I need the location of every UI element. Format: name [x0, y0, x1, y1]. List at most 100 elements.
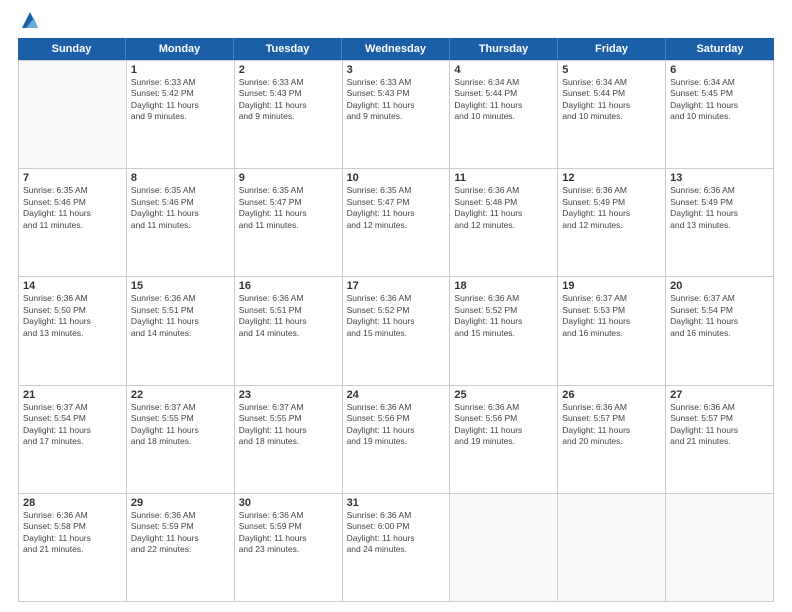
day-number: 1 — [131, 64, 230, 76]
day-number: 15 — [131, 280, 230, 292]
day-number: 3 — [347, 64, 446, 76]
calendar-day-cell: 29Sunrise: 6:36 AMSunset: 5:59 PMDayligh… — [127, 494, 235, 601]
calendar-week-row: 28Sunrise: 6:36 AMSunset: 5:58 PMDayligh… — [19, 494, 774, 602]
day-info: Sunrise: 6:36 AMSunset: 5:50 PMDaylight:… — [23, 293, 122, 339]
calendar-day-cell: 22Sunrise: 6:37 AMSunset: 5:55 PMDayligh… — [127, 386, 235, 493]
calendar-day-cell: 9Sunrise: 6:35 AMSunset: 5:47 PMDaylight… — [235, 169, 343, 276]
day-number: 21 — [23, 389, 122, 401]
day-number: 11 — [454, 172, 553, 184]
day-number: 31 — [347, 497, 446, 509]
day-info: Sunrise: 6:36 AMSunset: 5:52 PMDaylight:… — [454, 293, 553, 339]
calendar-week-row: 21Sunrise: 6:37 AMSunset: 5:54 PMDayligh… — [19, 386, 774, 494]
calendar-day-cell: 31Sunrise: 6:36 AMSunset: 6:00 PMDayligh… — [343, 494, 451, 601]
calendar-day-cell: 10Sunrise: 6:35 AMSunset: 5:47 PMDayligh… — [343, 169, 451, 276]
day-info: Sunrise: 6:36 AMSunset: 5:49 PMDaylight:… — [670, 185, 769, 231]
day-number: 30 — [239, 497, 338, 509]
day-number: 22 — [131, 389, 230, 401]
calendar-day-cell: 20Sunrise: 6:37 AMSunset: 5:54 PMDayligh… — [666, 277, 774, 384]
weekday-header: Saturday — [666, 38, 774, 60]
calendar-day-cell: 1Sunrise: 6:33 AMSunset: 5:42 PMDaylight… — [127, 61, 235, 168]
calendar-day-cell — [19, 61, 127, 168]
calendar-day-cell: 23Sunrise: 6:37 AMSunset: 5:55 PMDayligh… — [235, 386, 343, 493]
logo — [18, 18, 40, 30]
day-info: Sunrise: 6:35 AMSunset: 5:46 PMDaylight:… — [23, 185, 122, 231]
calendar-week-row: 14Sunrise: 6:36 AMSunset: 5:50 PMDayligh… — [19, 277, 774, 385]
day-number: 14 — [23, 280, 122, 292]
day-number: 16 — [239, 280, 338, 292]
calendar-day-cell: 19Sunrise: 6:37 AMSunset: 5:53 PMDayligh… — [558, 277, 666, 384]
calendar-day-cell: 25Sunrise: 6:36 AMSunset: 5:56 PMDayligh… — [450, 386, 558, 493]
day-info: Sunrise: 6:37 AMSunset: 5:55 PMDaylight:… — [239, 402, 338, 448]
day-number: 23 — [239, 389, 338, 401]
calendar-day-cell: 7Sunrise: 6:35 AMSunset: 5:46 PMDaylight… — [19, 169, 127, 276]
day-info: Sunrise: 6:36 AMSunset: 5:51 PMDaylight:… — [239, 293, 338, 339]
day-number: 19 — [562, 280, 661, 292]
day-info: Sunrise: 6:36 AMSunset: 5:56 PMDaylight:… — [454, 402, 553, 448]
day-number: 13 — [670, 172, 769, 184]
day-number: 10 — [347, 172, 446, 184]
weekday-header: Wednesday — [342, 38, 450, 60]
calendar-header: SundayMondayTuesdayWednesdayThursdayFrid… — [18, 38, 774, 60]
day-info: Sunrise: 6:36 AMSunset: 5:56 PMDaylight:… — [347, 402, 446, 448]
day-info: Sunrise: 6:33 AMSunset: 5:42 PMDaylight:… — [131, 77, 230, 123]
day-number: 4 — [454, 64, 553, 76]
calendar: SundayMondayTuesdayWednesdayThursdayFrid… — [18, 38, 774, 602]
calendar-day-cell: 5Sunrise: 6:34 AMSunset: 5:44 PMDaylight… — [558, 61, 666, 168]
calendar-day-cell: 8Sunrise: 6:35 AMSunset: 5:46 PMDaylight… — [127, 169, 235, 276]
day-info: Sunrise: 6:36 AMSunset: 5:57 PMDaylight:… — [562, 402, 661, 448]
calendar-day-cell: 15Sunrise: 6:36 AMSunset: 5:51 PMDayligh… — [127, 277, 235, 384]
day-info: Sunrise: 6:36 AMSunset: 5:58 PMDaylight:… — [23, 510, 122, 556]
calendar-day-cell: 4Sunrise: 6:34 AMSunset: 5:44 PMDaylight… — [450, 61, 558, 168]
day-info: Sunrise: 6:35 AMSunset: 5:47 PMDaylight:… — [347, 185, 446, 231]
calendar-day-cell: 14Sunrise: 6:36 AMSunset: 5:50 PMDayligh… — [19, 277, 127, 384]
day-number: 6 — [670, 64, 769, 76]
calendar-day-cell: 12Sunrise: 6:36 AMSunset: 5:49 PMDayligh… — [558, 169, 666, 276]
day-number: 29 — [131, 497, 230, 509]
day-info: Sunrise: 6:36 AMSunset: 5:57 PMDaylight:… — [670, 402, 769, 448]
day-number: 26 — [562, 389, 661, 401]
calendar-day-cell: 26Sunrise: 6:36 AMSunset: 5:57 PMDayligh… — [558, 386, 666, 493]
calendar-day-cell: 24Sunrise: 6:36 AMSunset: 5:56 PMDayligh… — [343, 386, 451, 493]
day-info: Sunrise: 6:33 AMSunset: 5:43 PMDaylight:… — [347, 77, 446, 123]
day-number: 20 — [670, 280, 769, 292]
calendar-day-cell: 13Sunrise: 6:36 AMSunset: 5:49 PMDayligh… — [666, 169, 774, 276]
calendar-day-cell — [558, 494, 666, 601]
day-info: Sunrise: 6:36 AMSunset: 5:49 PMDaylight:… — [562, 185, 661, 231]
weekday-header: Tuesday — [234, 38, 342, 60]
calendar-day-cell — [666, 494, 774, 601]
day-number: 9 — [239, 172, 338, 184]
logo-icon — [20, 10, 40, 30]
calendar-day-cell — [450, 494, 558, 601]
day-info: Sunrise: 6:37 AMSunset: 5:54 PMDaylight:… — [670, 293, 769, 339]
calendar-day-cell: 11Sunrise: 6:36 AMSunset: 5:48 PMDayligh… — [450, 169, 558, 276]
day-info: Sunrise: 6:36 AMSunset: 5:59 PMDaylight:… — [131, 510, 230, 556]
day-info: Sunrise: 6:37 AMSunset: 5:53 PMDaylight:… — [562, 293, 661, 339]
calendar-week-row: 1Sunrise: 6:33 AMSunset: 5:42 PMDaylight… — [19, 61, 774, 169]
day-info: Sunrise: 6:36 AMSunset: 5:59 PMDaylight:… — [239, 510, 338, 556]
day-number: 7 — [23, 172, 122, 184]
header — [18, 18, 774, 30]
day-number: 12 — [562, 172, 661, 184]
calendar-day-cell: 18Sunrise: 6:36 AMSunset: 5:52 PMDayligh… — [450, 277, 558, 384]
calendar-day-cell: 6Sunrise: 6:34 AMSunset: 5:45 PMDaylight… — [666, 61, 774, 168]
day-number: 27 — [670, 389, 769, 401]
day-info: Sunrise: 6:37 AMSunset: 5:54 PMDaylight:… — [23, 402, 122, 448]
day-number: 28 — [23, 497, 122, 509]
calendar-day-cell: 3Sunrise: 6:33 AMSunset: 5:43 PMDaylight… — [343, 61, 451, 168]
weekday-header: Thursday — [450, 38, 558, 60]
page: SundayMondayTuesdayWednesdayThursdayFrid… — [0, 0, 792, 612]
calendar-day-cell: 30Sunrise: 6:36 AMSunset: 5:59 PMDayligh… — [235, 494, 343, 601]
day-number: 17 — [347, 280, 446, 292]
calendar-body: 1Sunrise: 6:33 AMSunset: 5:42 PMDaylight… — [18, 60, 774, 602]
weekday-header: Sunday — [18, 38, 126, 60]
day-info: Sunrise: 6:36 AMSunset: 5:51 PMDaylight:… — [131, 293, 230, 339]
calendar-day-cell: 17Sunrise: 6:36 AMSunset: 5:52 PMDayligh… — [343, 277, 451, 384]
calendar-day-cell: 27Sunrise: 6:36 AMSunset: 5:57 PMDayligh… — [666, 386, 774, 493]
day-info: Sunrise: 6:35 AMSunset: 5:46 PMDaylight:… — [131, 185, 230, 231]
day-info: Sunrise: 6:36 AMSunset: 5:48 PMDaylight:… — [454, 185, 553, 231]
day-number: 8 — [131, 172, 230, 184]
day-number: 18 — [454, 280, 553, 292]
calendar-day-cell: 2Sunrise: 6:33 AMSunset: 5:43 PMDaylight… — [235, 61, 343, 168]
day-number: 24 — [347, 389, 446, 401]
calendar-day-cell: 21Sunrise: 6:37 AMSunset: 5:54 PMDayligh… — [19, 386, 127, 493]
